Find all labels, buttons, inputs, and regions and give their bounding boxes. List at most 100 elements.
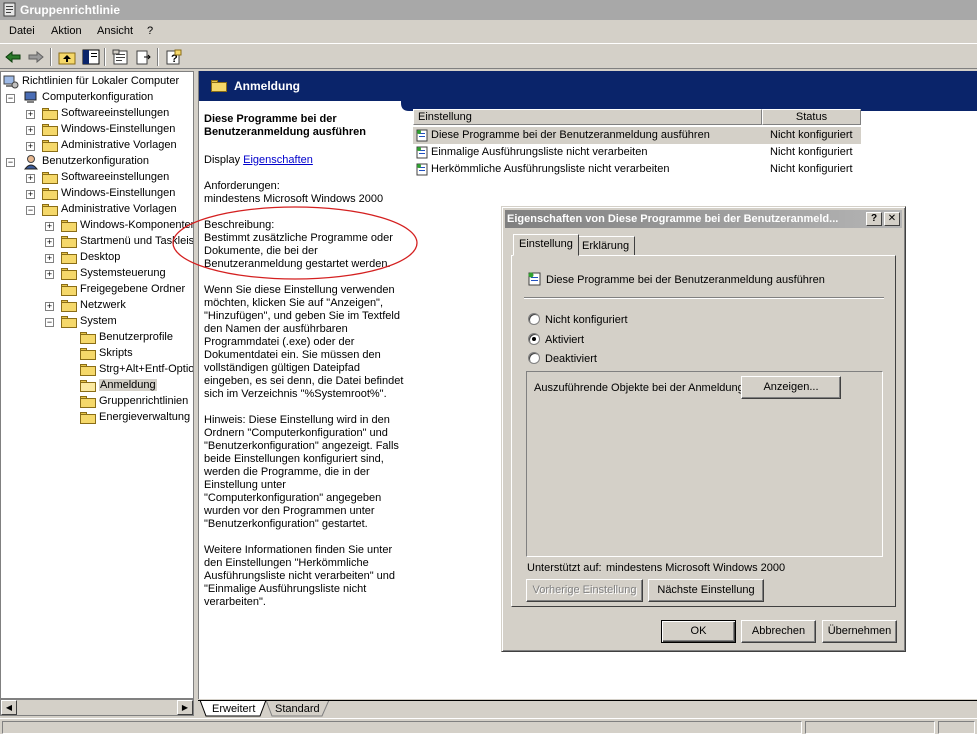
properties-link[interactable]: Eigenschaften [243, 154, 313, 166]
folder-icon [80, 364, 96, 376]
menu-datei[interactable]: Datei [9, 25, 35, 37]
folder-icon [80, 332, 96, 344]
expand-icon[interactable]: + [45, 270, 54, 279]
expand-icon[interactable]: + [26, 142, 35, 151]
collapse-icon[interactable]: − [45, 318, 54, 327]
menu-ansicht[interactable]: Ansicht [97, 25, 133, 37]
display-line: Display Eigenschaften [204, 154, 313, 166]
expand-icon[interactable]: + [26, 190, 35, 199]
menu-aktion[interactable]: Aktion [51, 25, 82, 37]
tree-item-gruppenrichtlinien[interactable]: Gruppenrichtlinien [3, 394, 193, 410]
previous-setting-button[interactable]: Vorherige Einstellung [526, 579, 643, 602]
list-header: Einstellung Status [413, 109, 861, 125]
folder-icon [61, 252, 77, 264]
list-item[interactable]: Einmalige Ausführungsliste nicht verarbe… [413, 144, 861, 161]
properties-icon[interactable] [111, 47, 131, 67]
tree-item-strg-alt-entf[interactable]: Strg+Alt+Entf-Optionen [3, 362, 193, 378]
next-setting-button[interactable]: Nächste Einstellung [648, 579, 764, 602]
show-button[interactable]: Anzeigen... [741, 376, 841, 399]
tab-standard[interactable]: Standard [267, 701, 328, 717]
forward-icon[interactable] [26, 47, 46, 67]
folder-icon [211, 80, 227, 92]
tree-item-netzwerk[interactable]: + Netzwerk [3, 298, 193, 314]
collapse-icon[interactable]: − [26, 206, 35, 215]
apply-button[interactable]: Übernehmen [822, 620, 897, 643]
tree-item-benutzerprofile[interactable]: Benutzerprofile [3, 330, 193, 346]
policy-name: Diese Programme bei der Benutzeranmeldun… [546, 274, 825, 286]
list-item[interactable]: Herkömmliche Ausführungsliste nicht vera… [413, 161, 861, 178]
tree-item-windows-komponenten[interactable]: + Windows-Komponenten [3, 218, 193, 234]
expand-icon[interactable]: + [26, 110, 35, 119]
scroll-left-icon[interactable]: ◀ [1, 700, 17, 715]
up-folder-icon[interactable] [57, 47, 77, 67]
help-icon[interactable]: ? [164, 47, 184, 67]
computer-icon [24, 91, 37, 103]
user-icon [23, 155, 39, 170]
menu-help[interactable]: ? [147, 25, 153, 37]
radio-disabled[interactable] [528, 352, 540, 364]
tree-root[interactable]: Richtlinien für Lokaler Computer [3, 74, 193, 90]
ok-button[interactable]: OK [661, 620, 736, 643]
tree-item-windows-einstellungen[interactable]: + Windows-Einstellungen [3, 122, 193, 138]
expand-icon[interactable]: + [45, 238, 54, 247]
tree-item-anmeldung[interactable]: Anmeldung [3, 378, 193, 394]
close-icon[interactable]: ✕ [884, 212, 900, 226]
tree-item-softwareeinstellungen[interactable]: + Softwareeinstellungen [3, 170, 193, 186]
setting-status: Nicht konfiguriert [770, 146, 853, 158]
expand-icon[interactable]: + [45, 222, 54, 231]
tree-item-windows-einstellungen[interactable]: + Windows-Einstellungen [3, 186, 193, 202]
window-title: Gruppenrichtlinie [20, 3, 121, 17]
column-header-setting[interactable]: Einstellung [413, 109, 762, 125]
tree-item-softwareeinstellungen[interactable]: + Softwareeinstellungen [3, 106, 193, 122]
status-panel [2, 721, 802, 734]
tree-item-systemsteuerung[interactable]: + Systemsteuerung [3, 266, 193, 282]
list-item[interactable]: Diese Programme bei der Benutzeranmeldun… [413, 127, 861, 144]
show-tree-icon[interactable] [81, 47, 101, 67]
scroll-right-icon[interactable]: ▶ [177, 700, 193, 715]
tree-horizontal-scrollbar[interactable]: ◀ ▶ [0, 699, 194, 716]
policy-computer-icon [3, 75, 19, 89]
policy-setting-icon [416, 146, 428, 159]
tree-item-administrative-vorlagen[interactable]: + Administrative Vorlagen [3, 138, 193, 154]
tree-item-benutzerkonfiguration[interactable]: − Benutzerkonfiguration [3, 154, 193, 170]
folder-icon [42, 140, 58, 152]
description-title: Diese Programme bei der Benutzeranmeldun… [204, 113, 366, 138]
tab-erweitert[interactable]: Erweitert [204, 701, 263, 717]
collapse-icon[interactable]: − [6, 158, 15, 167]
tree-item-startmenue[interactable]: + Startmenü und Taskleiste [3, 234, 193, 250]
expand-icon[interactable]: + [45, 302, 54, 311]
toolbar: ? [0, 43, 977, 69]
expand-icon[interactable]: + [26, 174, 35, 183]
folder-icon [61, 300, 77, 312]
tree-item-system[interactable]: − System [3, 314, 193, 330]
radio-not-configured[interactable] [528, 313, 540, 325]
radio-enabled[interactable] [528, 333, 540, 345]
supported-value: mindestens Microsoft Windows 2000 [606, 562, 786, 574]
export-icon[interactable] [134, 47, 154, 67]
view-tabs: Erweitert Standard [198, 700, 977, 718]
tab-einstellung[interactable]: Einstellung [513, 234, 579, 256]
separator [524, 297, 884, 299]
requirements: Anforderungen: mindestens Microsoft Wind… [204, 180, 384, 205]
tree-item-administrative-vorlagen[interactable]: − Administrative Vorlagen [3, 202, 193, 218]
tree-item-freigegebene-ordner[interactable]: Freigegebene Ordner [3, 282, 193, 298]
column-header-status[interactable]: Status [762, 109, 861, 125]
radio-label: Aktiviert [545, 334, 585, 346]
folder-icon [61, 284, 77, 296]
folder-icon [80, 348, 96, 360]
expand-icon[interactable]: + [45, 254, 54, 263]
back-icon[interactable] [3, 47, 23, 67]
collapse-icon[interactable]: − [6, 94, 15, 103]
tree-item-desktop[interactable]: + Desktop [3, 250, 193, 266]
radio-label: Deaktiviert [545, 353, 597, 365]
folder-icon [80, 412, 96, 424]
tab-erklaerung[interactable]: Erklärung [576, 236, 636, 255]
expand-icon[interactable]: + [26, 126, 35, 135]
cancel-button[interactable]: Abbrechen [741, 620, 816, 643]
pane-header: Anmeldung [199, 71, 977, 111]
tree-item-energieverwaltung[interactable]: Energieverwaltung [3, 410, 193, 426]
folder-icon [61, 236, 77, 248]
help-button[interactable]: ? [866, 212, 882, 226]
tree-item-skripts[interactable]: Skripts [3, 346, 193, 362]
tree-item-computerkonfiguration[interactable]: − Computerkonfiguration [3, 90, 193, 106]
